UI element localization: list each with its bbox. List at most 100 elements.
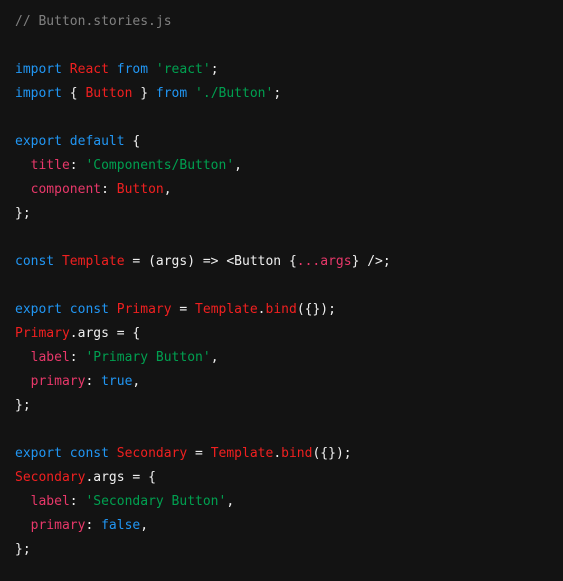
code-token-plain: .args = { [69,326,141,341]
code-line: Secondary.args = { [15,466,563,490]
code-token-class: bind [281,446,313,461]
code-token-plain: , [163,182,172,197]
code-token-class: Primary [15,326,70,341]
code-line: label: 'Primary Button', [15,346,563,370]
code-token-plain: }; [15,398,31,413]
code-token-plain: , [140,518,149,533]
code-token-property: primary [30,518,86,533]
code-token-class: Button [85,86,133,101]
code-token-keyword: from [155,86,188,101]
code-line: label: 'Secondary Button', [15,490,563,514]
code-token-keyword: true [101,374,133,389]
code-token-keyword: const [69,302,109,317]
code-token-keyword: default [69,134,125,149]
code-token-class: Secondary [15,470,86,485]
code-token-property: title [30,158,70,173]
code-token-keyword: const [15,254,55,269]
code-token-string: './Button' [195,86,274,101]
code-token-class: Button [116,182,164,197]
code-token-plain: { [61,86,86,101]
code-token-plain: . [257,302,266,317]
code-token-plain: ({}); [296,302,336,317]
code-line: const Template = (args) => <Button {...a… [15,250,563,274]
code-token-plain: { [124,134,141,149]
code-line: export default { [15,130,563,154]
code-token-plain: ; [273,86,282,101]
code-token-property: primary [30,374,86,389]
code-line: }; [15,202,563,226]
code-token-plain: : [85,374,102,389]
code-token-keyword: from [116,62,149,77]
code-token-plain: = (args) => <Button { [124,254,297,269]
code-token-plain: : [69,494,86,509]
code-token-plain: , [132,374,141,389]
code-token-class: React [69,62,109,77]
code-token-property: component [30,182,102,197]
code-token-plain: ; [210,62,219,77]
code-token-plain: }; [15,542,31,557]
code-token-property: label [30,350,70,365]
code-token-keyword: import [15,62,62,77]
code-token-plain: } />; [351,254,391,269]
code-line: export const Primary = Template.bind({})… [15,298,563,322]
code-line: primary: false, [15,514,563,538]
code-viewer[interactable]: // Button.stories.js import React from '… [0,0,563,581]
code-token-class: Secondary [116,446,188,461]
code-token-property: ...args [296,254,352,269]
code-line: }; [15,394,563,418]
code-token-plain: ({}); [312,446,352,461]
code-token-property: label [30,494,70,509]
code-block: // Button.stories.js import React from '… [15,10,563,562]
code-token-plain: : [101,182,117,197]
code-token-keyword: export [15,446,62,461]
code-line: Primary.args = { [15,322,563,346]
code-token-keyword: export [15,302,62,317]
code-token-comment: // Button.stories.js [15,14,172,29]
code-token-class: Template [210,446,274,461]
code-token-string: 'Secondary Button' [85,494,227,509]
code-token-string: 'react' [155,62,211,77]
code-token-string: 'Components/Button' [85,158,235,173]
code-token-keyword: const [69,446,109,461]
code-token-plain: , [234,158,242,173]
code-line: }; [15,538,563,562]
code-token-plain: .args = { [85,470,156,485]
code-line: import React from 'react'; [15,58,563,82]
code-token-plain: : [85,518,102,533]
code-token-plain: = [187,446,211,461]
code-line: title: 'Components/Button', [15,154,563,178]
code-token-plain: , [226,494,235,509]
code-token-keyword: import [15,86,62,101]
code-line: import { Button } from './Button'; [15,82,563,106]
code-token-plain: = [171,302,196,317]
code-line: primary: true, [15,370,563,394]
code-token-keyword: export [15,134,62,149]
code-token-class: Template [61,254,125,269]
code-token-plain: } [132,86,156,101]
code-token-plain: : [69,350,86,365]
code-token-class: Template [195,302,258,317]
code-line: // Button.stories.js [15,10,563,34]
code-token-class: Primary [116,302,172,317]
code-line: export const Secondary = Template.bind({… [15,442,563,466]
code-token-string: 'Primary Button' [85,350,211,365]
